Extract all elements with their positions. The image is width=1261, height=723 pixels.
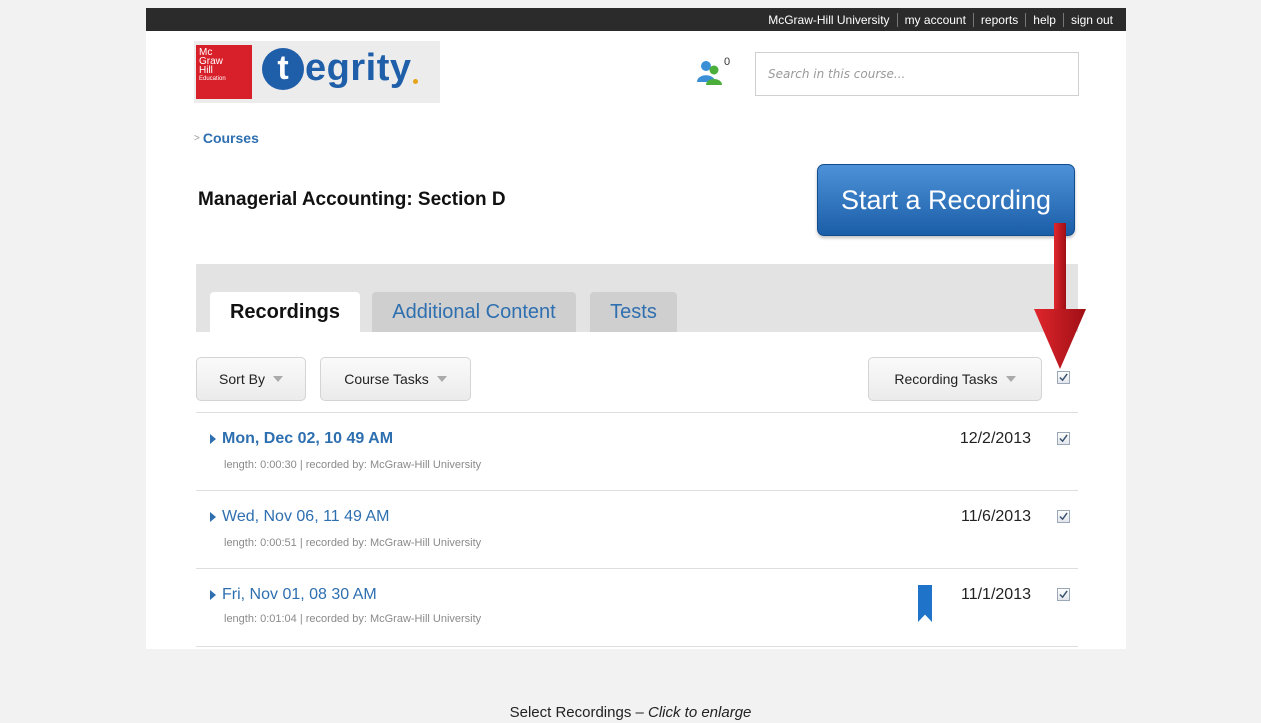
recording-tasks-label: Recording Tasks <box>894 371 998 387</box>
course-tasks-label: Course Tasks <box>344 371 429 387</box>
tab-additional-content[interactable]: Additional Content <box>372 292 576 332</box>
recording-meta: length: 0:00:51 | recorded by: McGraw-Hi… <box>224 537 482 549</box>
recording-meta: length: 0:01:04 | recorded by: McGraw-Hi… <box>224 613 482 625</box>
top-nav: McGraw-Hill University my account report… <box>761 8 1120 31</box>
expand-arrow-icon[interactable] <box>210 512 216 522</box>
tegrity-logo: t egrity <box>262 47 419 90</box>
expand-arrow-icon[interactable] <box>210 590 216 600</box>
recording-title: Wed, Nov 06, 11 49 AM <box>222 508 390 525</box>
expand-arrow-icon[interactable] <box>210 434 216 444</box>
check-icon <box>1059 512 1068 521</box>
top-nav-reports[interactable]: reports <box>974 13 1025 27</box>
breadcrumb: > Courses <box>194 130 259 146</box>
logo-banner[interactable]: Mc Graw Hill Education t egrity <box>194 41 440 103</box>
row-divider <box>196 490 1078 491</box>
recording-title-link[interactable]: Mon, Dec 02, 10 49 AM <box>210 430 393 448</box>
sort-by-label: Sort By <box>219 371 265 387</box>
top-nav-help[interactable]: help <box>1026 13 1063 27</box>
users-online-count: 0 <box>724 56 731 68</box>
row-divider <box>196 568 1078 569</box>
logo-line: Hill <box>199 65 213 76</box>
recording-checkbox[interactable] <box>1057 432 1070 445</box>
check-icon <box>1059 590 1068 599</box>
top-nav-university[interactable]: McGraw-Hill University <box>761 13 896 27</box>
recording-date: 12/2/2013 <box>959 430 1031 447</box>
tab-recordings[interactable]: Recordings <box>210 292 360 332</box>
top-nav-sign-out[interactable]: sign out <box>1064 13 1120 27</box>
tab-bar: Recordings Additional Content Tests <box>196 264 1078 332</box>
caption-text: Select Recordings – <box>509 704 648 721</box>
figure-caption: Select Recordings – Click to enlarge <box>0 704 1261 721</box>
recording-title: Mon, Dec 02, 10 49 AM <box>222 430 394 447</box>
users-online-icon[interactable]: 0 <box>695 56 731 88</box>
course-tasks-dropdown[interactable]: Course Tasks <box>320 357 471 401</box>
logo-line: Education <box>199 76 226 82</box>
bookmark-icon[interactable] <box>918 585 932 622</box>
breadcrumb-separator: > <box>194 132 200 144</box>
chevron-down-icon <box>436 376 447 382</box>
breadcrumb-courses-link[interactable]: Courses <box>203 130 259 146</box>
sort-by-dropdown[interactable]: Sort By <box>196 357 306 401</box>
recording-date: 11/6/2013 <box>961 508 1031 525</box>
recording-title-link[interactable]: Wed, Nov 06, 11 49 AM <box>210 508 390 526</box>
row-divider <box>196 412 1078 413</box>
recording-title-link[interactable]: Fri, Nov 01, 08 30 AM <box>210 586 377 604</box>
recording-meta: length: 0:00:30 | recorded by: McGraw-Hi… <box>224 459 482 471</box>
recording-date: 11/1/2013 <box>961 586 1031 603</box>
tegrity-logo-dot <box>413 79 419 84</box>
tegrity-logo-mark: t <box>262 47 304 90</box>
top-nav-my-account[interactable]: my account <box>898 13 973 27</box>
recording-checkbox[interactable] <box>1057 510 1070 523</box>
recording-title: Fri, Nov 01, 08 30 AM <box>222 586 377 603</box>
search-input[interactable]: Search in this course... <box>755 52 1079 96</box>
check-icon <box>1059 434 1068 443</box>
red-arrow-annotation-icon <box>1034 223 1086 369</box>
tab-tests[interactable]: Tests <box>590 292 677 332</box>
recording-checkbox[interactable] <box>1057 588 1070 601</box>
top-bar: McGraw-Hill University my account report… <box>146 8 1126 31</box>
screenshot-frame: McGraw-Hill University my account report… <box>146 8 1126 649</box>
tegrity-logo-word: egrity <box>305 47 412 89</box>
mcgraw-hill-logo: Mc Graw Hill Education <box>196 45 252 99</box>
check-icon <box>1059 373 1068 382</box>
page-title: Managerial Accounting: Section D <box>198 189 506 210</box>
caption-link[interactable]: Click to enlarge <box>648 704 751 721</box>
recording-tasks-dropdown[interactable]: Recording Tasks <box>868 357 1042 401</box>
row-divider <box>196 646 1078 647</box>
users-icon <box>697 61 722 85</box>
chevron-down-icon <box>1005 376 1016 382</box>
chevron-down-icon <box>272 376 283 382</box>
